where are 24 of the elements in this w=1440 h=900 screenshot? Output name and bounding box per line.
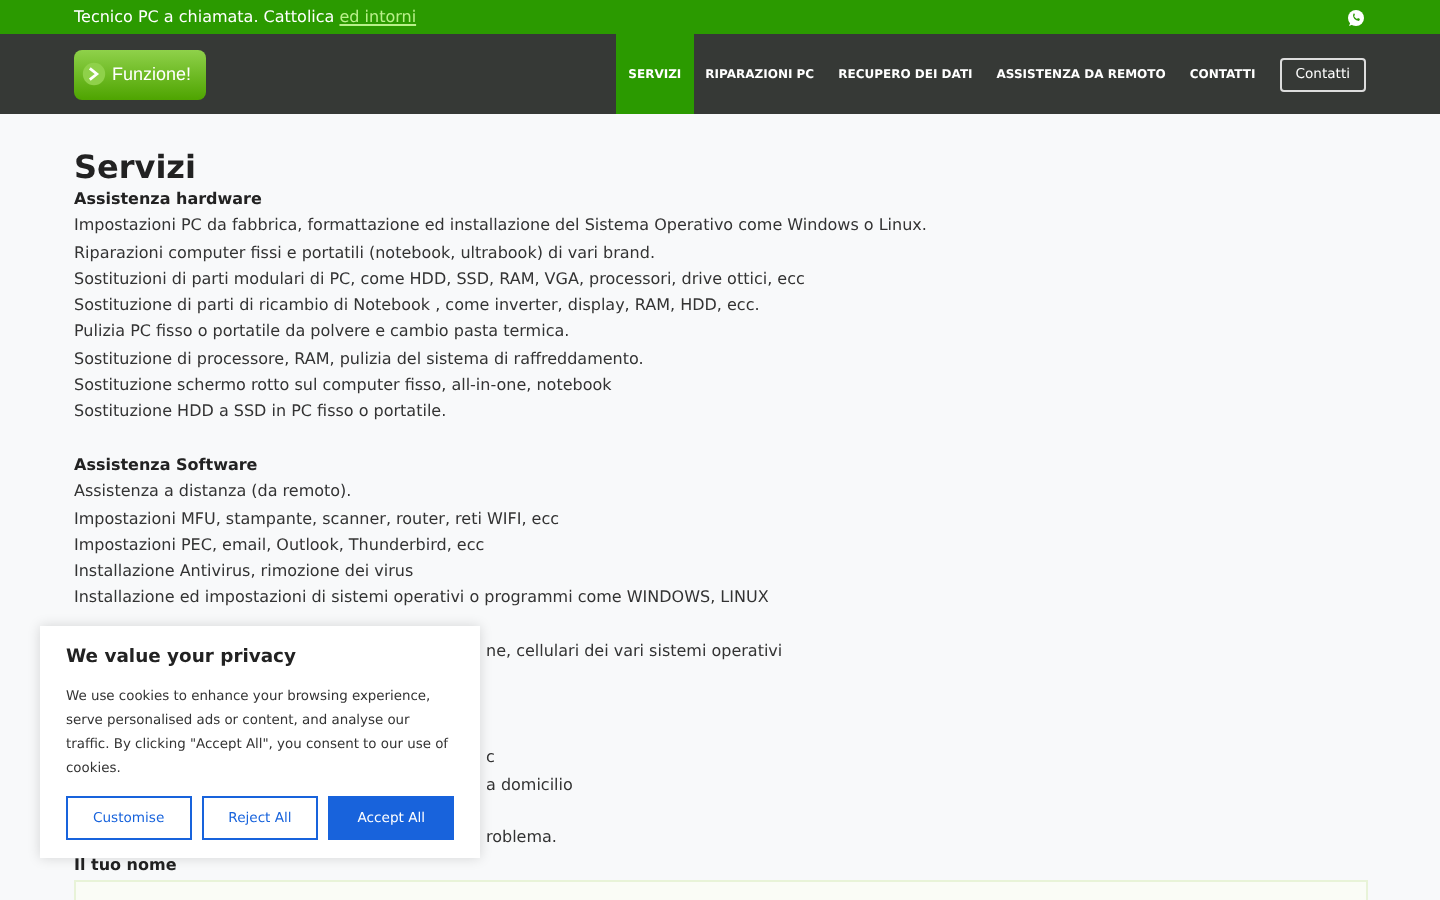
service-line: roblema. [486,826,557,851]
service-line: Sostituzione di parti di ricambio di Notebook , come inverter, display, RAM, HDD, ecc. [74,294,762,319]
field-label: Il tuo nome [74,854,179,877]
service-line: Assistenza a distanza (da remoto). [74,480,354,505]
service-line: Sostituzioni di parti modulari di PC, come HDD, SSD, RAM, VGA, processori, drive ottici, ecc [74,267,807,292]
service-line: Impostazioni PC da fabbrica, formattazione ed installazione del Sistema Operativo come Windows o Linux. [74,214,929,239]
dialog-title: We value your privacy [66,646,298,668]
service-line: c [486,746,495,771]
service-line: Pulizia PC fisso o portatile da polvere e cambio pasta termica. [74,320,572,345]
service-line: Impostazioni MFU, stampante, scanner, router, reti WIFI, ecc [74,507,562,532]
service-line: Sostituzione schermo rotto sul computer fisso, all-in-one, notebook [74,374,614,399]
service-line: a domicilio [486,773,573,798]
service-line: Riparazioni computer fissi e portatili (notebook, ultrabook) di vari brand. [74,241,657,266]
page-title: Servizi [74,150,198,186]
service-line: Installazione ed impostazioni di sistemi operativi o programmi come WINDOWS, LINUX [74,586,771,611]
tagline: Tecnico PC a chiamata. Cattolica ed intorni [74,8,417,26]
service-line: ne, cellulari dei vari sistemi operativi [486,640,783,665]
logo-text: Funzione! [112,64,192,84]
section-heading: Assistenza Software [74,453,260,478]
service-line: Installazione Antivirus, rimozione dei virus [74,560,416,585]
service-line: Impostazioni PEC, email, Outlook, Thunderbird, ecc [74,533,487,558]
service-line: Sostituzione di processore, RAM, pulizia del sistema di raffreddamento. [74,347,646,372]
section-heading: Assistenza hardware [74,188,264,212]
service-line: Sostituzione HDD a SSD in PC fisso o portatile. [74,400,449,425]
